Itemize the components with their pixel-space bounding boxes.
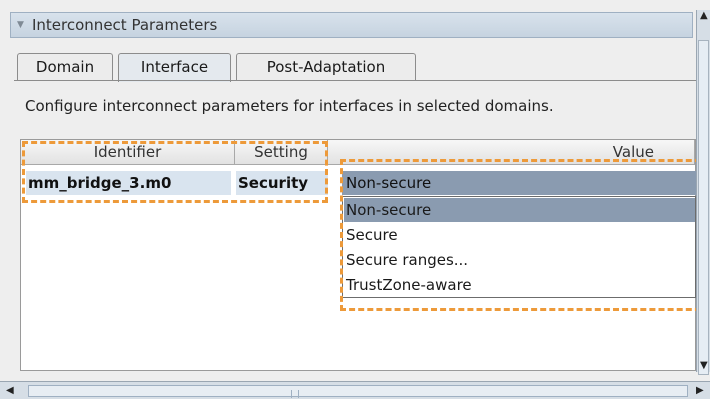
scroll-down-icon[interactable]: ▼ bbox=[700, 360, 708, 371]
scroll-right-icon[interactable]: ▶ bbox=[696, 385, 704, 396]
row-identifier-cell[interactable]: mm_bridge_3.m0 bbox=[26, 171, 231, 195]
scroll-left-icon[interactable]: ◀ bbox=[6, 385, 14, 396]
value-dropdown-list: Non-secure Secure Secure ranges... Trust… bbox=[342, 196, 696, 298]
description-text: Configure interconnect parameters for in… bbox=[25, 97, 554, 115]
vertical-scroll-thumb[interactable] bbox=[698, 40, 709, 375]
scroll-up-icon[interactable]: ▲ bbox=[700, 10, 708, 21]
panel-header[interactable]: ▼ Interconnect Parameters bbox=[10, 12, 693, 38]
row-setting-cell[interactable]: Security bbox=[236, 171, 328, 195]
horizontal-scrollbar[interactable]: ◀ ▶ bbox=[0, 381, 710, 399]
option-trustzone-aware[interactable]: TrustZone-aware bbox=[344, 273, 695, 297]
row-value-combobox[interactable]: Non-secure bbox=[342, 171, 696, 195]
panel-title: Interconnect Parameters bbox=[32, 16, 218, 34]
column-header-setting[interactable]: Setting bbox=[235, 140, 328, 165]
tab-post-adaptation[interactable]: Post-Adaptation bbox=[236, 53, 416, 81]
option-secure-ranges[interactable]: Secure ranges... bbox=[344, 248, 695, 272]
tab-divider bbox=[14, 80, 696, 81]
tab-interface[interactable]: Interface bbox=[118, 53, 231, 82]
scroll-grip-icon bbox=[291, 390, 299, 398]
horizontal-scroll-thumb[interactable] bbox=[28, 385, 688, 398]
vertical-scrollbar[interactable]: ▲ ▼ bbox=[696, 10, 710, 375]
tab-domain[interactable]: Domain bbox=[17, 53, 113, 81]
triangle-down-icon[interactable]: ▼ bbox=[17, 20, 24, 30]
option-secure[interactable]: Secure bbox=[344, 223, 695, 247]
option-non-secure[interactable]: Non-secure bbox=[344, 198, 695, 222]
column-header-value[interactable]: Value bbox=[328, 140, 695, 165]
column-header-identifier[interactable]: Identifier bbox=[21, 140, 235, 165]
